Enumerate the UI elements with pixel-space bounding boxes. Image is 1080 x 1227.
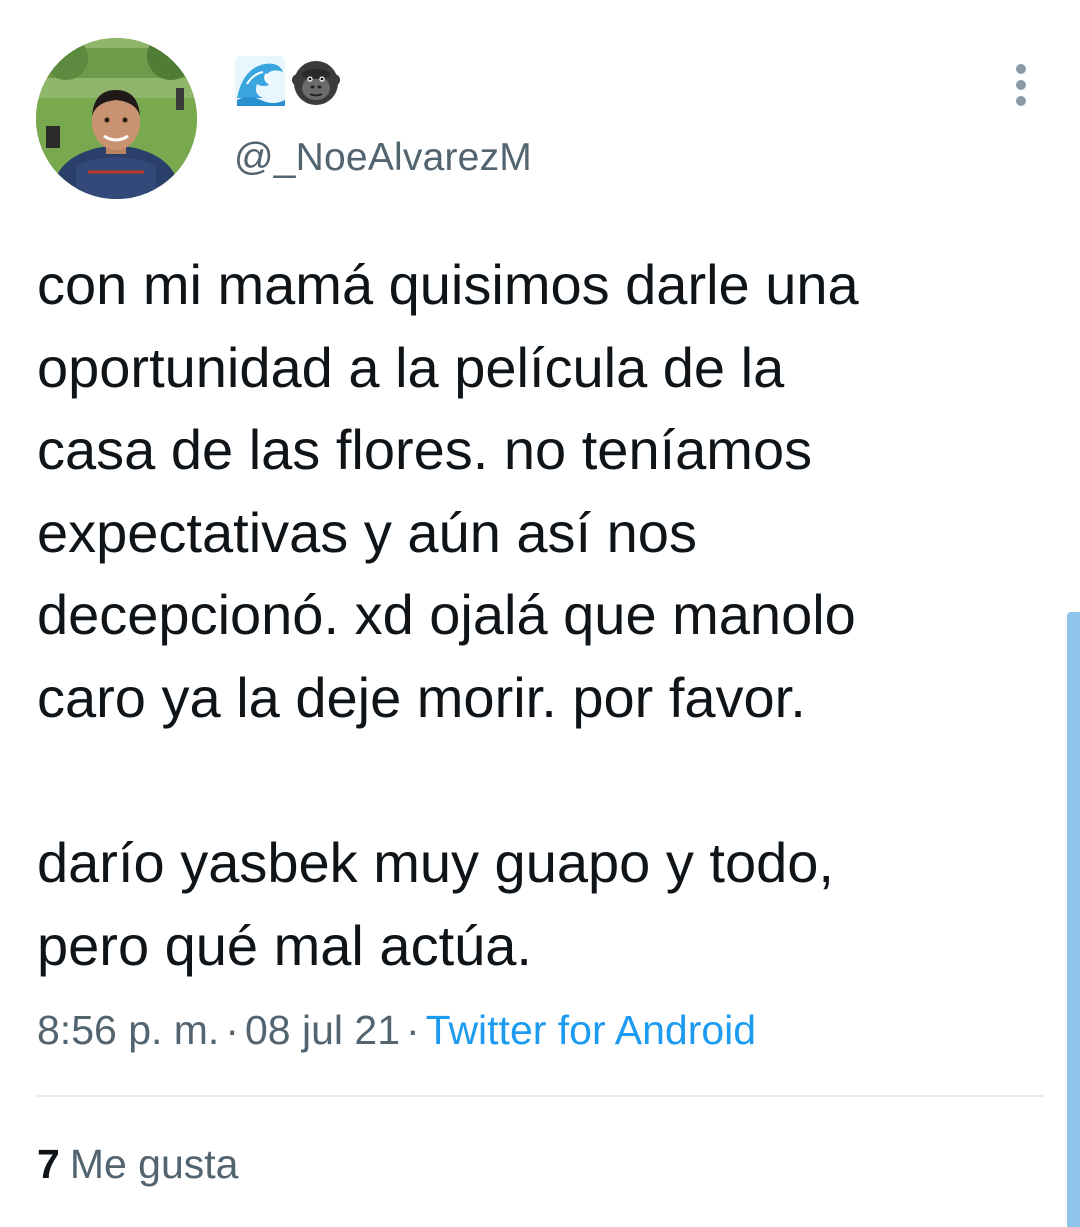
avatar[interactable] [36, 38, 197, 199]
display-name[interactable] [233, 54, 343, 108]
more-options-button[interactable] [1002, 60, 1040, 110]
meta-separator: · [406, 1007, 420, 1053]
tweet-text-line: pero qué mal actúa. [37, 913, 532, 977]
tweet-text-line: darío yasbek muy guapo y todo, [37, 831, 834, 895]
meta-separator: · [225, 1007, 239, 1053]
tweet-text-line: casa de las flores. no teníamos [37, 418, 813, 482]
water-wave-icon [233, 54, 287, 108]
profile-photo [36, 38, 197, 199]
tweet-meta: 8:56 p. m. · 08 jul 21 · Twitter for Android [37, 1002, 756, 1058]
likes-count: 7 [37, 1141, 60, 1187]
tweet-text-line: oportunidad a la película de la [37, 335, 785, 399]
tweet-text-line: con mi mamá quisimos darle una [37, 253, 859, 316]
tweet-text-line: caro ya la deje morir. por favor. [37, 665, 806, 729]
tweet-text: con mi mamá quisimos darle una oportunid… [37, 244, 1037, 987]
user-handle[interactable]: @_NoeAlvarezM [234, 132, 532, 184]
tweet-text-line: decepcionó. xd ojalá que manolo [37, 583, 856, 647]
divider [37, 1095, 1044, 1097]
tweet-text-line: expectativas y aún así nos [37, 500, 697, 564]
more-vertical-icon [1016, 64, 1026, 74]
more-vertical-icon-dot [1016, 96, 1026, 106]
tweet-source-link[interactable]: Twitter for Android [426, 1007, 756, 1053]
scrollbar[interactable] [1067, 612, 1080, 1227]
gorilla-icon [289, 54, 343, 108]
likes-count-link[interactable]: 7 Me gusta [37, 1136, 238, 1192]
more-vertical-icon-dot [1016, 80, 1026, 90]
likes-label: Me gusta [69, 1141, 239, 1187]
tweet-time[interactable]: 8:56 p. m. [37, 1007, 219, 1053]
tweet-date[interactable]: 08 jul 21 [245, 1007, 400, 1053]
paragraph-break [37, 740, 1037, 823]
